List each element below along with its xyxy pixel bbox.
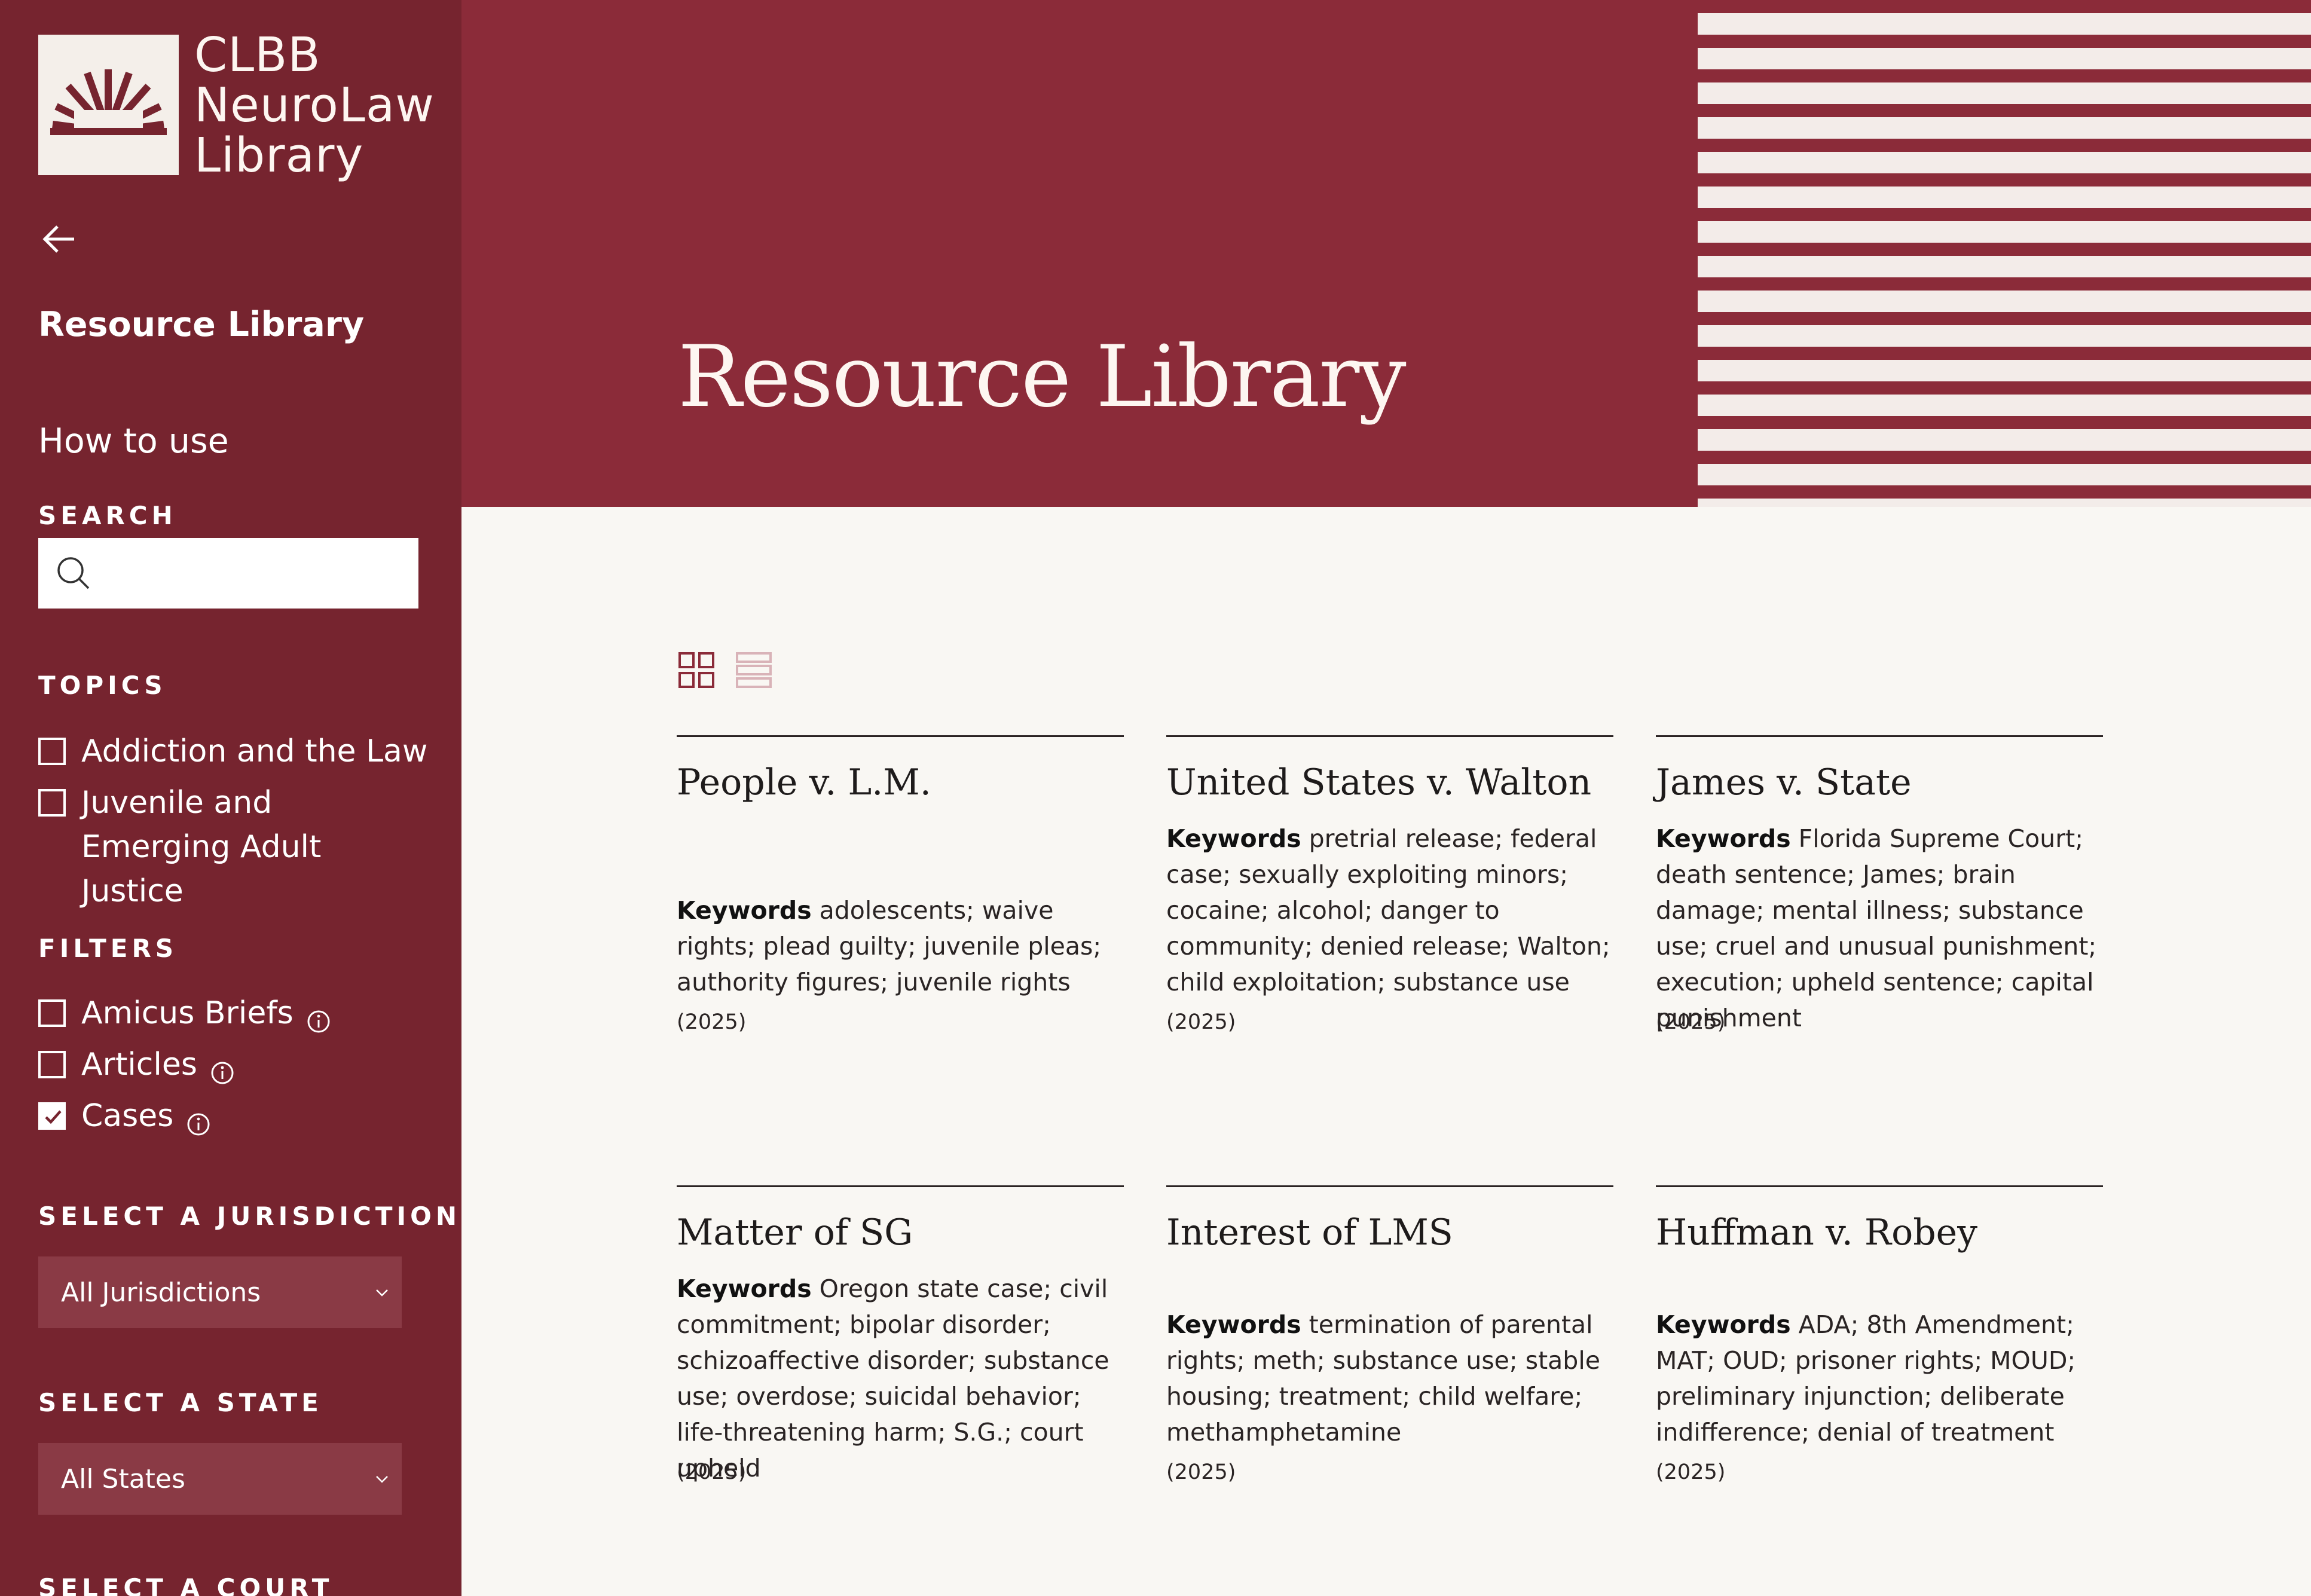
topic-checkbox-juvenile[interactable]: Juvenile and Emerging Adult Justice: [38, 781, 421, 913]
keywords-label: Keywords: [677, 896, 812, 925]
card-keywords: Keywords Oregon state case; civil commit…: [677, 1271, 1124, 1486]
jurisdiction-select-value: All Jurisdictions: [61, 1277, 261, 1308]
brand-name: CLBB NeuroLaw Library: [194, 30, 435, 181]
court-label: SELECT A COURT: [38, 1573, 334, 1596]
resource-card[interactable]: People v. L.M. Keywords adolescents; wai…: [677, 735, 1124, 1034]
sunburst-logo-icon: [38, 35, 179, 175]
page-header: Resource Library: [461, 0, 1698, 507]
card-title[interactable]: Matter of SG: [677, 1209, 1124, 1256]
keywords-value: Florida Supreme Court; death sentence; J…: [1656, 824, 2097, 1032]
info-icon[interactable]: [210, 1053, 234, 1084]
checkbox-checked[interactable]: [38, 1102, 66, 1130]
sidebar-title: Resource Library: [38, 305, 365, 344]
card-year: (2025): [677, 1460, 747, 1484]
jurisdiction-label: SELECT A JURISDICTION: [38, 1201, 461, 1231]
search-icon: [57, 557, 90, 589]
checkbox[interactable]: [38, 1051, 66, 1078]
keywords-label: Keywords: [1656, 1310, 1791, 1339]
page-title: Resource Library: [678, 328, 1407, 426]
info-icon[interactable]: [187, 1104, 210, 1136]
search-field[interactable]: [38, 538, 418, 609]
info-icon[interactable]: [307, 1001, 331, 1033]
checkbox[interactable]: [38, 999, 66, 1027]
card-year: (2025): [1166, 1010, 1236, 1034]
resource-card[interactable]: Huffman v. Robey Keywords ADA; 8th Amend…: [1656, 1185, 2103, 1484]
topic-checkbox-addiction[interactable]: Addiction and the Law: [38, 729, 427, 773]
resource-card[interactable]: James v. State Keywords Florida Supreme …: [1656, 735, 2103, 1034]
card-title[interactable]: Interest of LMS: [1166, 1209, 1613, 1256]
header-stripes-decoration: [1698, 0, 2311, 507]
card-keywords: Keywords adolescents; waive rights; plea…: [677, 892, 1124, 1000]
keywords-value: Oregon state case; civil commitment; bip…: [677, 1274, 1109, 1482]
sidebar: CLBB NeuroLaw Library Resource Library H…: [0, 0, 461, 1596]
filter-checkbox-amicus-briefs[interactable]: Amicus Briefs: [38, 991, 331, 1035]
arrow-left-icon[interactable]: [38, 218, 80, 260]
card-title[interactable]: James v. State: [1656, 759, 2103, 806]
resource-card[interactable]: Matter of SG Keywords Oregon state case;…: [677, 1185, 1124, 1484]
card-keywords: Keywords Florida Supreme Court; death se…: [1656, 821, 2103, 1036]
checkbox[interactable]: [38, 789, 66, 817]
card-keywords: Keywords termination of parental rights;…: [1166, 1307, 1613, 1450]
filter-checkbox-articles[interactable]: Articles: [38, 1042, 234, 1087]
keywords-label: Keywords: [1166, 824, 1301, 853]
card-keywords: Keywords ADA; 8th Amendment; MAT; OUD; p…: [1656, 1307, 2103, 1450]
brand-logo[interactable]: CLBB NeuroLaw Library: [38, 30, 435, 181]
brand-name-line: Library: [194, 128, 364, 183]
card-title[interactable]: United States v. Walton: [1166, 759, 1613, 806]
checkmark-icon: [45, 1110, 62, 1124]
search-input[interactable]: [104, 557, 405, 589]
card-keywords: Keywords pretrial release; federal case;…: [1166, 821, 1613, 1000]
jurisdiction-select[interactable]: All Jurisdictions: [38, 1256, 402, 1328]
grid-view-icon[interactable]: [678, 652, 715, 691]
keywords-label: Keywords: [1166, 1310, 1301, 1339]
card-title[interactable]: Huffman v. Robey: [1656, 1209, 2103, 1256]
list-view-icon[interactable]: [735, 652, 772, 691]
how-to-use-link[interactable]: How to use: [38, 421, 229, 461]
card-year: (2025): [1166, 1460, 1236, 1484]
filter-label: Articles: [81, 1047, 197, 1083]
resource-card[interactable]: United States v. Walton Keywords pretria…: [1166, 735, 1613, 1034]
topic-label: Addiction and the Law: [81, 733, 428, 769]
checkbox[interactable]: [38, 738, 66, 765]
filter-checkbox-cases[interactable]: Cases: [38, 1094, 210, 1138]
card-year: (2025): [1656, 1010, 1726, 1034]
view-toggle: [678, 652, 772, 691]
state-select-value: All States: [61, 1463, 185, 1494]
filters-label: FILTERS: [38, 934, 178, 963]
search-label: SEARCH: [38, 501, 177, 530]
brand-name-line: NeuroLaw: [194, 78, 435, 133]
brand-name-line: CLBB: [194, 27, 321, 82]
keywords-label: Keywords: [677, 1274, 812, 1303]
card-year: (2025): [677, 1010, 747, 1034]
state-label: SELECT A STATE: [38, 1388, 323, 1417]
keywords-label: Keywords: [1656, 824, 1791, 853]
filter-label: Amicus Briefs: [81, 995, 294, 1031]
filter-label: Cases: [81, 1098, 174, 1134]
card-year: (2025): [1656, 1460, 1726, 1484]
topic-label: Juvenile and Emerging Adult Justice: [81, 785, 322, 909]
chevron-down-icon: [376, 1476, 388, 1483]
resource-card[interactable]: Interest of LMS Keywords termination of …: [1166, 1185, 1613, 1484]
chevron-down-icon: [376, 1289, 388, 1297]
topics-label: TOPICS: [38, 671, 167, 700]
card-title[interactable]: People v. L.M.: [677, 759, 1124, 806]
state-select[interactable]: All States: [38, 1443, 402, 1515]
